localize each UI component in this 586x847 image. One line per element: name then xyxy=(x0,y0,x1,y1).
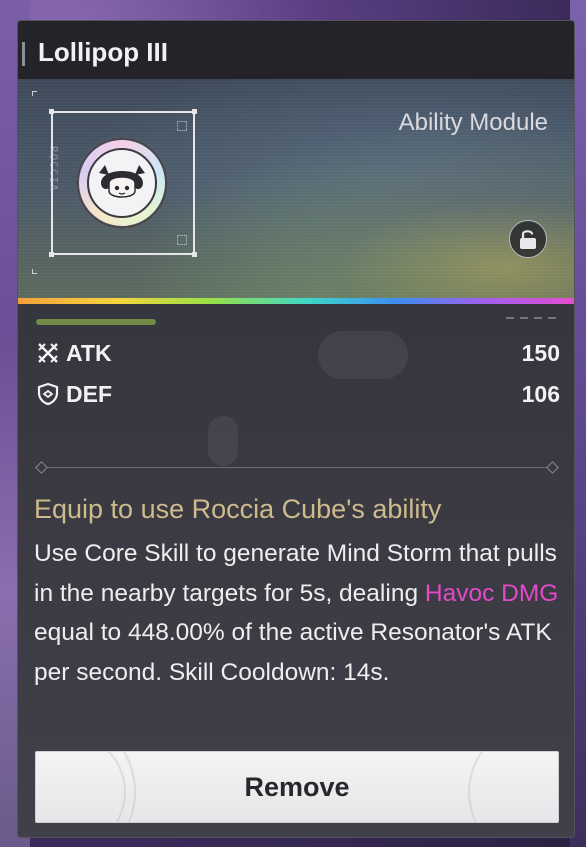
frame-dot xyxy=(49,109,54,114)
background-silhouette xyxy=(208,416,238,466)
shield-icon xyxy=(37,382,59,406)
description-text: equal to 448.00% of the active Resonator… xyxy=(34,619,552,686)
rank-progress-bar xyxy=(36,319,156,325)
stat-row-def: DEF 106 xyxy=(36,377,560,411)
unlock-icon xyxy=(520,230,536,249)
card-header: Lollipop III xyxy=(18,21,574,79)
frame-deco xyxy=(177,235,187,245)
rarity-gradient-bar xyxy=(18,298,574,304)
stat-label-group: ATK xyxy=(36,340,112,367)
button-decoration xyxy=(36,752,126,822)
stat-row-atk: ATK 150 xyxy=(36,336,560,370)
stat-value: 150 xyxy=(521,339,560,366)
stat-name: ATK xyxy=(66,339,112,366)
ability-title: Equip to use Roccia Cube's ability xyxy=(34,494,442,524)
remove-button-label: Remove xyxy=(244,771,350,802)
item-detail-card: Lollipop III ROCCIA Ability Module ATK 1… xyxy=(17,20,575,838)
hero-corner-mark xyxy=(32,91,37,96)
ability-description: Use Core Skill to generate Mind Storm th… xyxy=(34,534,564,692)
stat-value: 106 xyxy=(521,380,560,407)
remove-button[interactable]: Remove xyxy=(35,751,559,823)
item-name: Lollipop III xyxy=(38,37,168,67)
crossed-swords-icon xyxy=(38,343,58,363)
divider-diamond xyxy=(35,461,48,474)
rank-dashes xyxy=(506,317,561,319)
havoc-dmg-keyword: Havoc DMG xyxy=(424,579,559,607)
button-decoration xyxy=(468,752,558,822)
chibi-face-icon xyxy=(99,165,145,198)
stat-name: DEF xyxy=(66,380,112,407)
lock-toggle-button[interactable] xyxy=(509,220,547,258)
frame-dot xyxy=(192,109,197,114)
hero-corner-mark xyxy=(32,269,37,274)
frame-dot xyxy=(192,252,197,257)
divider-diamond xyxy=(546,461,559,474)
frame-dot xyxy=(49,252,54,257)
item-chip-image xyxy=(76,137,168,229)
item-type-label: Ability Module xyxy=(398,109,548,136)
stat-label-group: DEF xyxy=(36,381,112,408)
chip-face xyxy=(87,148,157,218)
header-accent-bar xyxy=(22,42,25,66)
frame-deco xyxy=(177,121,187,131)
item-side-code: ROCCIA xyxy=(47,146,60,192)
section-divider xyxy=(42,467,552,468)
